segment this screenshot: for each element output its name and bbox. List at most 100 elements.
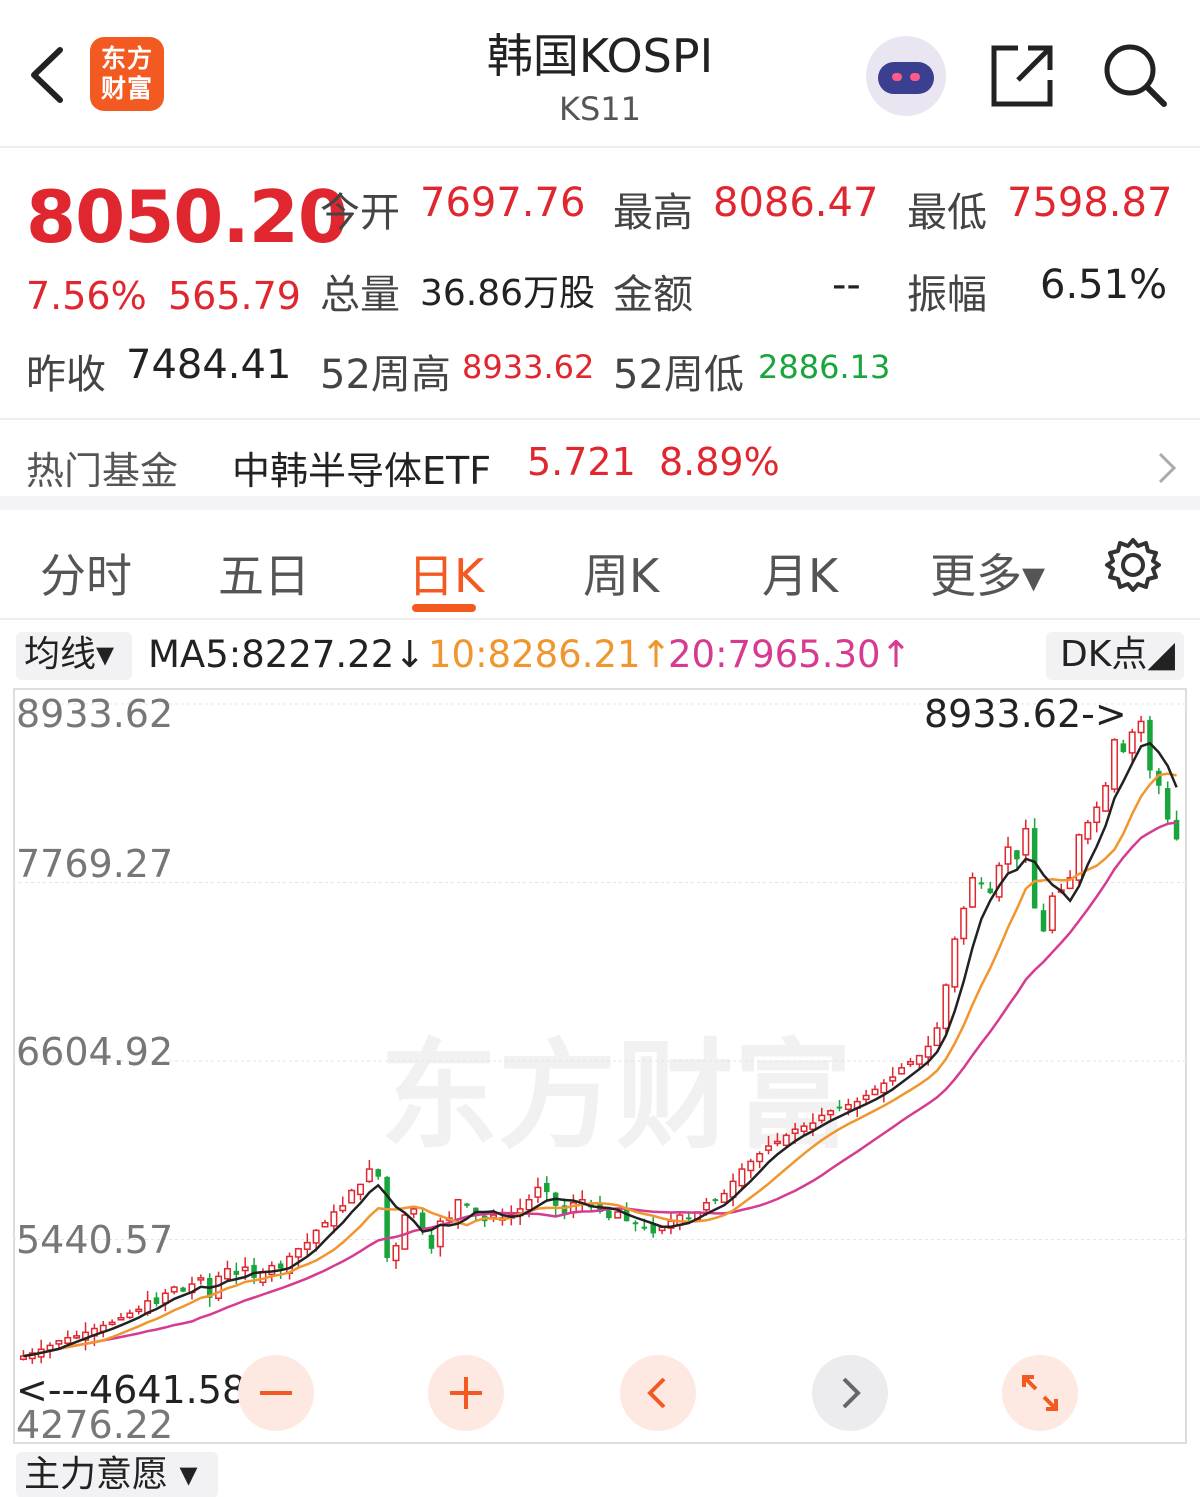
candle [1048, 892, 1056, 934]
volume-label: 总量 [320, 272, 400, 318]
candle-body [375, 1169, 381, 1177]
candle [942, 983, 950, 1034]
candle [161, 1288, 169, 1312]
tab-five-day[interactable]: 五日 [218, 540, 310, 606]
candle-body [1022, 827, 1030, 856]
scroll-left-button[interactable] [620, 1355, 696, 1431]
fullscreen-button[interactable] [1002, 1355, 1078, 1431]
zoom-out-button[interactable] [238, 1355, 314, 1431]
candle-body [64, 1336, 72, 1344]
ma5-line [23, 741, 1178, 1358]
candle-body [756, 1152, 764, 1163]
candle-body [924, 1045, 932, 1058]
scroll-right-button[interactable] [812, 1355, 888, 1431]
candle-body [747, 1160, 755, 1172]
candle-body [800, 1125, 808, 1133]
candle [951, 936, 959, 993]
period-tabs: 分时 五日 日K 周K 月K 更多▾ [0, 520, 1200, 620]
candle-body [312, 1229, 320, 1244]
candle-body [1004, 846, 1012, 865]
candle [223, 1260, 231, 1281]
candle [108, 1319, 116, 1326]
volume-value: 36.86万股 [420, 273, 596, 314]
prev-close-value: 7484.41 [126, 342, 292, 388]
tab-intraday[interactable]: 分时 [40, 540, 132, 606]
candle-body [1128, 731, 1136, 754]
candle-body [135, 1308, 143, 1313]
candle [720, 1189, 728, 1204]
expand-icon [1022, 1375, 1058, 1411]
candle [188, 1276, 196, 1300]
hot-fund-row[interactable]: 热门基金 中韩半导体ETF 5.721 8.89% [0, 418, 1200, 510]
share-icon[interactable] [988, 40, 1058, 110]
candle [729, 1173, 737, 1207]
minus-icon [260, 1391, 292, 1395]
candle-body [321, 1221, 329, 1228]
ma-type-select[interactable]: 均线▾ [16, 632, 132, 680]
candle-body [1048, 895, 1056, 931]
candle-body [844, 1103, 852, 1111]
candle-body [987, 888, 994, 894]
candle [756, 1151, 764, 1169]
y-tick-label: 7769.27 [16, 842, 174, 886]
candle [889, 1067, 897, 1086]
y-tick-label: 5440.57 [16, 1218, 174, 1262]
candle [1147, 716, 1153, 779]
hot-fund-price: 5.721 [527, 440, 636, 484]
candle-body [392, 1244, 400, 1262]
candle-body [1102, 785, 1110, 812]
main-force-indicator-select[interactable]: 主力意愿 ▾ [16, 1452, 218, 1497]
kline-chart[interactable] [13, 688, 1187, 1444]
candle-body [827, 1110, 835, 1116]
candle-body [978, 882, 985, 885]
amount-value: -- [832, 262, 861, 308]
candle [933, 1022, 941, 1047]
candle-body [1031, 828, 1038, 909]
active-tab-indicator [412, 604, 476, 612]
robot-assistant-icon[interactable] [866, 36, 946, 116]
open-value: 7697.76 [420, 180, 586, 226]
candle-body [906, 1061, 914, 1066]
candle-body [782, 1134, 790, 1147]
ma20-value: 20:7965.30↑ [668, 633, 912, 676]
candle [738, 1163, 746, 1189]
max-annotation: 8933.62-> [924, 692, 1127, 736]
candle [552, 1191, 559, 1217]
tab-more[interactable]: 更多▾ [930, 540, 1045, 606]
tab-weekly-k[interactable]: 周K [583, 540, 659, 606]
candle [516, 1198, 524, 1225]
high52-value: 8933.62 [462, 348, 595, 386]
candle [365, 1160, 373, 1183]
candle [650, 1217, 656, 1238]
zoom-in-button[interactable] [428, 1355, 504, 1431]
gear-icon[interactable] [1104, 536, 1162, 594]
candle [978, 877, 985, 889]
candle-body [525, 1198, 533, 1211]
candle-body [702, 1202, 710, 1211]
candle [987, 881, 994, 895]
candle [153, 1292, 160, 1307]
candle [1084, 819, 1092, 845]
candle-body [410, 1208, 418, 1215]
candle-body [233, 1270, 240, 1275]
candle-body [942, 984, 950, 1030]
candle [1120, 739, 1127, 754]
chevron-right-icon [1158, 452, 1177, 484]
candle-body [1014, 850, 1020, 860]
dk-point-button[interactable]: DK点◢ [1046, 632, 1184, 680]
tab-daily-k[interactable]: 日K [408, 540, 484, 606]
candle [1137, 715, 1145, 743]
candle [1128, 728, 1136, 762]
candle-body [720, 1192, 728, 1204]
candle [339, 1196, 347, 1213]
tab-monthly-k[interactable]: 月K [762, 540, 838, 606]
candle [206, 1273, 213, 1307]
candle-body [641, 1226, 648, 1229]
search-icon[interactable] [1100, 40, 1170, 110]
candle-body [1120, 743, 1127, 753]
candle [880, 1079, 888, 1103]
candle [818, 1107, 826, 1124]
candle-body [277, 1263, 284, 1269]
candle-body [544, 1182, 550, 1193]
candle-body [303, 1241, 311, 1250]
